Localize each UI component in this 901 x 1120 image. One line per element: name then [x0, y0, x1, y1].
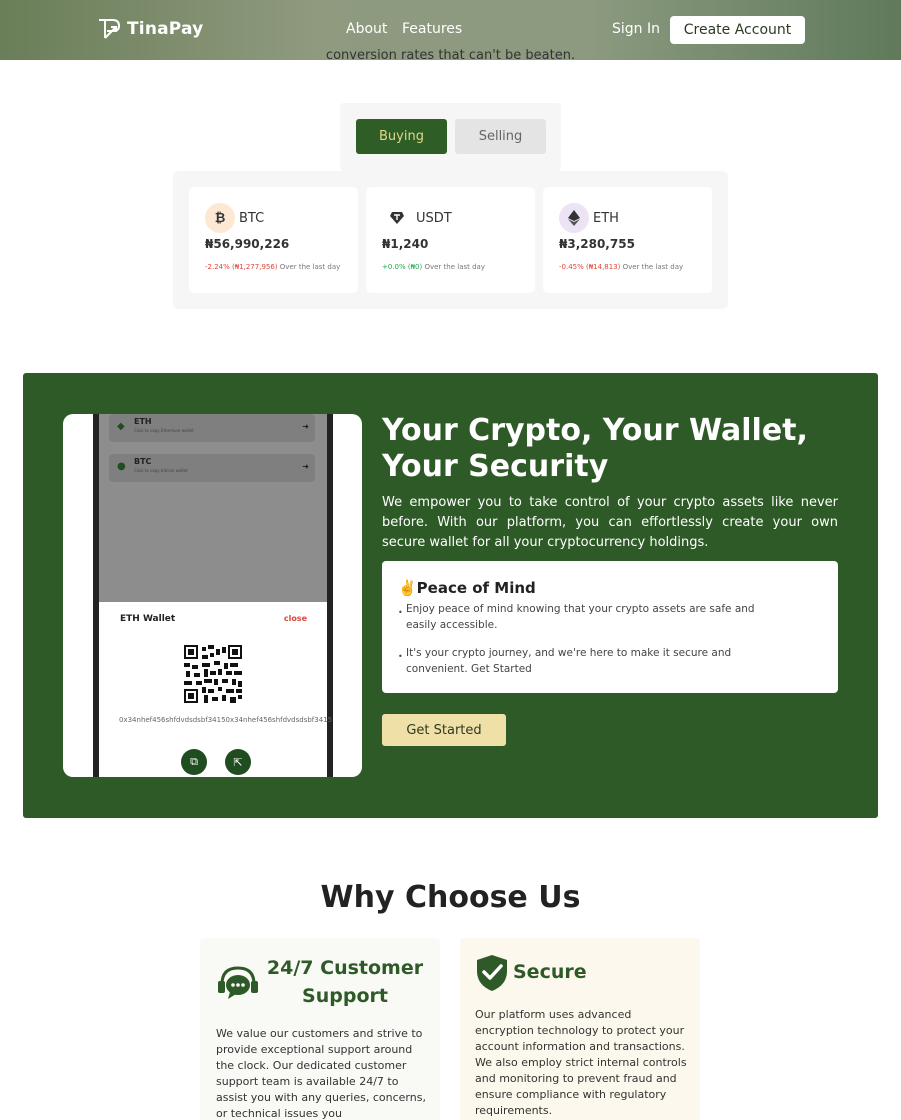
- change-value: +0.0% (₦0): [382, 263, 423, 271]
- ethereum-icon: [559, 203, 589, 233]
- coin-change: -2.24% (₦1,277,956) Over the last day: [205, 263, 340, 271]
- brand-name: TinaPay: [127, 19, 204, 39]
- support-chat-icon: [218, 966, 258, 999]
- nav-features-link[interactable]: Features: [402, 21, 462, 37]
- coin-price: ₦1,240: [382, 237, 429, 251]
- rate-card-usdt[interactable]: USDT ₦1,240 +0.0% (₦0) Over the last day: [366, 187, 535, 293]
- sign-in-link[interactable]: Sign In: [612, 21, 660, 37]
- peace-item: Enjoy peace of mind knowing that your cr…: [398, 601, 778, 633]
- arrow-right-icon: ➜: [302, 462, 309, 471]
- feature-card-support: 24/7 Customer Support We value our custo…: [200, 938, 440, 1120]
- wallet-sheet-title: ETH Wallet: [120, 614, 176, 624]
- shield-check-icon: [477, 955, 507, 991]
- peace-of-mind-title: ✌️Peace of Mind: [398, 579, 536, 597]
- tab-buying[interactable]: Buying: [356, 119, 447, 154]
- trade-tabs: Buying Selling: [340, 103, 561, 171]
- arrow-right-icon: ➜: [302, 422, 309, 431]
- coin-change: -0.45% (₦14,813) Over the last day: [559, 263, 683, 271]
- coin-symbol: ETH: [593, 210, 619, 226]
- wallet-section: ◆ ETH Click to copy Ethereum wallet ➜ ● …: [23, 373, 878, 818]
- coin-price: ₦3,280,755: [559, 237, 635, 251]
- feature-card-title: Secure: [513, 961, 587, 983]
- coin-change: +0.0% (₦0) Over the last day: [382, 263, 485, 271]
- change-period: Over the last day: [622, 263, 684, 271]
- phone-body: ◆ ETH Click to copy Ethereum wallet ➜ ● …: [93, 414, 333, 777]
- rate-card-btc[interactable]: ₿ BTC ₦56,990,226 -2.24% (₦1,277,956) Ov…: [189, 187, 358, 293]
- peace-item: It's your crypto journey, and we're here…: [398, 645, 778, 677]
- change-value: -2.24% (₦1,277,956): [205, 263, 278, 271]
- tab-selling[interactable]: Selling: [455, 119, 546, 154]
- brand-logo[interactable]: TinaPay: [97, 17, 203, 41]
- feature-card-secure: Secure Our platform uses advanced encryp…: [460, 938, 700, 1120]
- wallet-sheet-close: close: [283, 614, 307, 623]
- wallet-row-name: ETH: [134, 417, 152, 426]
- share-icon: ⇱: [225, 749, 251, 775]
- rate-card-eth[interactable]: ETH ₦3,280,755 -0.45% (₦14,813) Over the…: [543, 187, 712, 293]
- phone-screen: ◆ ETH Click to copy Ethereum wallet ➜ ● …: [99, 414, 333, 777]
- copy-icon: ⧉: [181, 749, 207, 775]
- get-started-button[interactable]: Get Started: [382, 714, 506, 746]
- logo-mark-icon: [99, 19, 121, 39]
- coin-symbol: BTC: [239, 210, 265, 226]
- peace-of-mind-box: ✌️Peace of Mind Enjoy peace of mind know…: [382, 561, 838, 693]
- qr-code-icon: [184, 645, 242, 703]
- why-choose-us-title: Why Choose Us: [320, 880, 581, 915]
- wallet-row-hint: Click to copy Ethereum wallet: [134, 428, 194, 433]
- bitcoin-icon: ●: [117, 461, 126, 472]
- change-period: Over the last day: [424, 263, 485, 271]
- rates-panel: ₿ BTC ₦56,990,226 -2.24% (₦1,277,956) Ov…: [173, 171, 728, 309]
- coin-price: ₦56,990,226: [205, 237, 290, 251]
- coin-symbol: USDT: [416, 210, 452, 226]
- feature-card-text: Our platform uses advanced encryption te…: [475, 1008, 687, 1117]
- ethereum-icon: ◆: [117, 421, 125, 432]
- create-account-button[interactable]: Create Account: [670, 16, 805, 44]
- phone-mockup: ◆ ETH Click to copy Ethereum wallet ➜ ● …: [63, 414, 362, 777]
- wallet-address: 0x34nhef456shfdvdsdsbf34150x34nhef456shf…: [119, 716, 333, 724]
- feature-card-title: 24/7 Customer Support: [266, 957, 424, 1007]
- wallet-description: We empower you to take control of your c…: [382, 495, 838, 550]
- wallet-row-btc: ● BTC Click to copy bitcoin wallet ➜: [109, 454, 315, 482]
- tether-icon: [382, 203, 412, 233]
- wallet-row-name: BTC: [134, 457, 152, 466]
- wallet-sheet: ETH Wallet close 0x34nhef456shfdvdsdsbf3…: [99, 602, 333, 777]
- feature-card-text: We value our customers and strive to pro…: [216, 1027, 426, 1120]
- intro-text: conversion rates that can't be beaten.: [325, 48, 576, 63]
- wallet-row-hint: Click to copy bitcoin wallet: [134, 468, 188, 473]
- change-period: Over the last day: [279, 263, 341, 271]
- nav-about-link[interactable]: About: [346, 21, 387, 37]
- wallet-row-eth: ◆ ETH Click to copy Ethereum wallet ➜: [109, 414, 315, 442]
- wallet-title: Your Crypto, Your Wallet, Your Security: [382, 413, 808, 484]
- change-value: -0.45% (₦14,813): [559, 263, 621, 271]
- bitcoin-icon: ₿: [205, 203, 235, 233]
